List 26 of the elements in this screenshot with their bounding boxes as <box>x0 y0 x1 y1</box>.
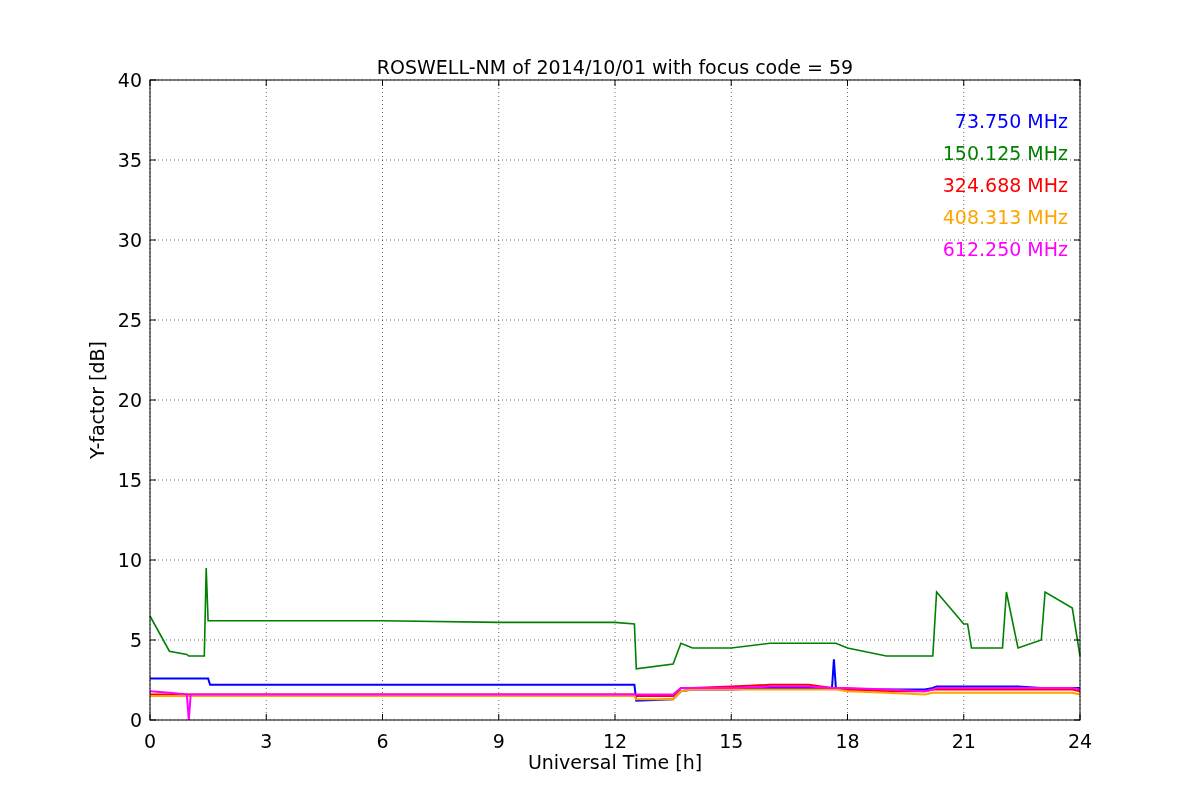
tick-label: 40 <box>117 69 142 91</box>
legend-label: 324.688 MHz <box>942 174 1068 196</box>
tick-label: 25 <box>117 309 142 331</box>
tick-label: 5 <box>129 629 142 651</box>
legend-label: 612.250 MHz <box>942 238 1068 260</box>
tick-label: 20 <box>117 389 142 411</box>
tick-label: 0 <box>129 709 142 731</box>
legend-label: 73.750 MHz <box>954 110 1068 132</box>
legend-label: 408.313 MHz <box>942 206 1068 228</box>
tick-label: 21 <box>951 730 976 752</box>
tick-label: 35 <box>117 149 142 171</box>
tick-label: 12 <box>602 730 628 752</box>
tick-label: 10 <box>117 549 142 571</box>
x-axis-label: Universal Time [h] <box>527 751 703 773</box>
tick-label: 6 <box>376 730 389 752</box>
legend-label: 150.125 MHz <box>942 142 1068 164</box>
tick-label: 24 <box>1067 730 1093 752</box>
y-axis-label: Y-factor [dB] <box>86 341 108 459</box>
tick-label: 0 <box>143 730 157 752</box>
tick-label: 15 <box>719 730 744 752</box>
tick-label: 18 <box>835 730 860 752</box>
tick-label: 15 <box>117 469 142 491</box>
tick-label: 3 <box>260 730 273 752</box>
tick-label: 9 <box>492 730 505 752</box>
chart-title: ROSWELL-NM of 2014/10/01 with focus code = 59 <box>376 56 854 78</box>
tick-label: 30 <box>117 229 142 251</box>
